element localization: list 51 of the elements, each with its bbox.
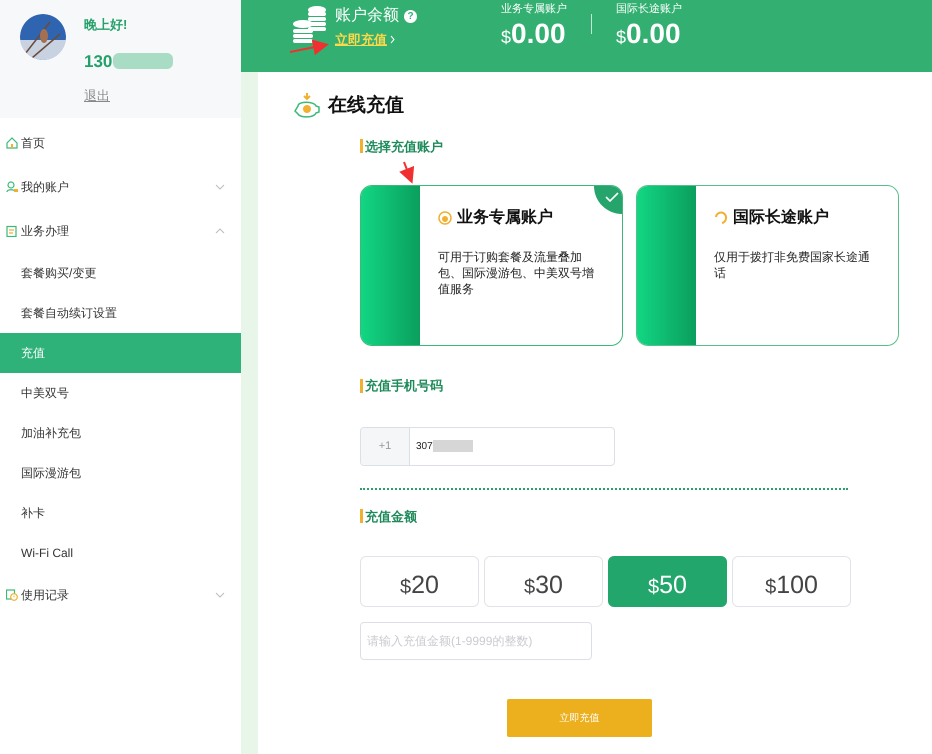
account-option-title: 国际长途账户 bbox=[733, 207, 829, 228]
annotation-arrow bbox=[290, 40, 329, 56]
chevron-up-icon bbox=[215, 228, 225, 234]
home-icon bbox=[6, 137, 18, 149]
sidebar-subitem[interactable]: Wi-Fi Call bbox=[0, 533, 241, 573]
amount-option[interactable]: $30 bbox=[484, 556, 603, 607]
sidebar-subitem[interactable]: 国际漫游包 bbox=[0, 453, 241, 493]
amount-option[interactable]: $20 bbox=[360, 556, 479, 607]
chevron-down-icon bbox=[215, 592, 225, 598]
clock-icon bbox=[6, 589, 18, 601]
section-heading: 选择充值账户 bbox=[365, 138, 443, 156]
account-option-description: 可用于订购套餐及流量叠加包、国际漫游包、中美双号增值服务 bbox=[438, 249, 595, 297]
clipboard-icon bbox=[6, 225, 18, 237]
sidebar-subitem[interactable]: 中美双号 bbox=[0, 373, 241, 413]
sidebar-subitem[interactable]: 补卡 bbox=[0, 493, 241, 533]
section-heading: 充值手机号码 bbox=[365, 377, 443, 395]
country-code: +1 bbox=[361, 428, 410, 464]
account-option-card[interactable]: 国际长途账户 仅用于拨打非免费国家长途通话 bbox=[636, 185, 899, 346]
account-option-card[interactable]: 业务专属账户 可用于订购套餐及流量叠加包、国际漫游包、中美双号增值服务 bbox=[360, 185, 623, 346]
currency-sign: $ bbox=[501, 28, 512, 46]
sidebar-item[interactable]: 我的账户 bbox=[0, 165, 241, 209]
section-heading: 充值金额 bbox=[365, 508, 417, 526]
account-label: 国际长途账户 bbox=[616, 2, 682, 17]
sidebar-item[interactable]: 首页 bbox=[0, 121, 241, 165]
sidebar-subitem[interactable]: 套餐购买/变更 bbox=[0, 253, 241, 293]
sidebar-item[interactable]: 业务办理 bbox=[0, 209, 241, 253]
phone-value: 307 bbox=[416, 440, 433, 454]
balance-amount: 0.00 bbox=[511, 20, 566, 48]
piggy-bank-icon bbox=[294, 92, 320, 120]
account-option-description: 仅用于拨打非免费国家长途通话 bbox=[714, 249, 871, 281]
account-option-title: 业务专属账户 bbox=[457, 207, 553, 228]
sidebar-subitem[interactable]: 套餐自动续订设置 bbox=[0, 293, 241, 333]
sidebar-item[interactable]: 使用记录 bbox=[0, 573, 241, 617]
account-label: 业务专属账户 bbox=[501, 2, 567, 17]
greeting-text: 晚上好! bbox=[84, 16, 128, 34]
user-icon bbox=[6, 181, 18, 193]
phone-field[interactable]: +1 307 bbox=[360, 426, 615, 466]
balance-title: 账户余额 bbox=[335, 6, 399, 26]
chevron-right-icon bbox=[390, 35, 395, 44]
balance-amount: 0.00 bbox=[626, 20, 681, 48]
currency-sign: $ bbox=[616, 28, 626, 46]
phone-number: 130 bbox=[84, 50, 112, 72]
page-title: 在线充值 bbox=[328, 94, 404, 118]
chevron-down-icon bbox=[215, 184, 225, 190]
redaction-blur bbox=[113, 53, 174, 70]
redaction-blur bbox=[432, 440, 473, 452]
annotation-arrow bbox=[399, 162, 414, 184]
amount-option[interactable]: $100 bbox=[732, 556, 851, 607]
check-icon bbox=[605, 192, 619, 202]
refresh-icon bbox=[714, 211, 728, 225]
sidebar-subitem[interactable]: 加油补充包 bbox=[0, 413, 241, 453]
